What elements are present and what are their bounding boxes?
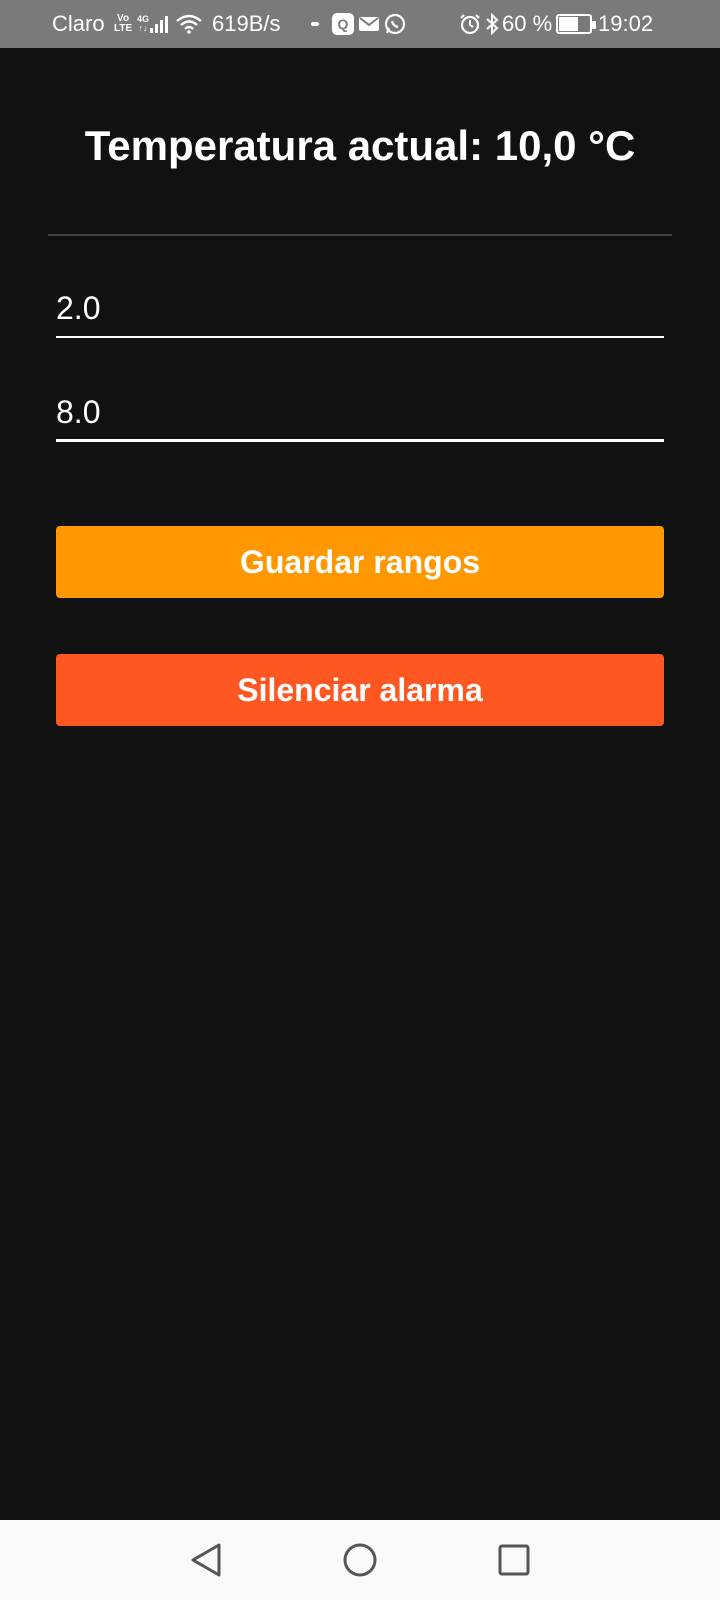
whatsapp-icon — [384, 0, 406, 48]
app-q-icon: Q — [332, 0, 354, 48]
save-ranges-button[interactable]: Guardar rangos — [56, 526, 664, 598]
volte-indicator: Vo LTE — [114, 0, 132, 48]
home-icon[interactable] — [340, 1540, 380, 1580]
network-type-bottom: ↑↓ — [138, 23, 148, 33]
divider — [48, 234, 672, 236]
max-range-input[interactable] — [56, 386, 664, 438]
back-icon[interactable] — [186, 1540, 226, 1580]
alarm-icon — [459, 0, 481, 48]
recents-icon[interactable] — [494, 1540, 534, 1580]
network-type: 4G ↑↓ — [137, 0, 149, 48]
bluetooth-icon — [485, 0, 499, 48]
signal-icon — [150, 0, 168, 48]
battery-fill — [559, 17, 579, 31]
silence-alarm-button[interactable]: Silenciar alarma — [56, 654, 664, 726]
current-temperature-title: Temperatura actual: 10,0 °C — [84, 122, 636, 169]
clock: 19:02 — [598, 11, 654, 36]
data-speed: 619B/s — [212, 11, 281, 36]
volte-bottom: LTE — [114, 23, 133, 34]
mail-icon — [358, 0, 380, 48]
carrier-name: Claro — [52, 11, 105, 36]
wifi-icon — [176, 0, 202, 48]
app-q-label: Q — [332, 13, 354, 35]
dot-icon — [310, 0, 320, 48]
status-bar: Claro Vo LTE 4G ↑↓ 619B/s Q 60 % 19:02 — [0, 0, 720, 48]
min-range-input[interactable] — [56, 282, 664, 334]
max-range-field[interactable] — [56, 386, 664, 442]
min-range-field[interactable] — [56, 282, 664, 338]
battery-icon — [556, 0, 596, 48]
battery-percent: 60 % — [502, 11, 553, 36]
navigation-bar — [0, 1520, 720, 1600]
